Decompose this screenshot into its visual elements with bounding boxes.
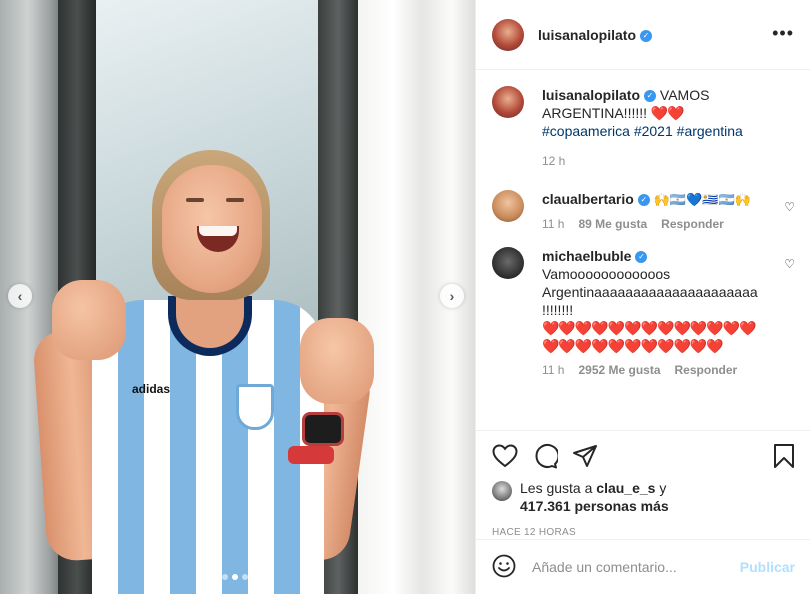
carousel-dot	[242, 574, 248, 580]
carousel-dot-active	[232, 574, 238, 580]
comment-message: 🙌🇦🇷💙🇺🇾🇦🇷🙌	[653, 192, 751, 207]
header-user: luisanalopilato ✓	[538, 27, 653, 43]
verified-badge-icon: ✓	[640, 29, 653, 42]
reply-button[interactable]: Responder	[661, 217, 724, 231]
verified-badge-icon: ✓	[635, 251, 648, 264]
comment-item: michaelbuble ✓ Vamoooooooooooos Argentina…	[492, 247, 795, 377]
instagram-post: adidas ‹ › luisanalopilato ✓ ••• luisana…	[0, 0, 810, 594]
likes-joiner: y	[655, 480, 667, 496]
caption-meta: 12 h	[542, 154, 762, 168]
chevron-right-icon: ›	[449, 288, 455, 304]
reply-button[interactable]: Responder	[675, 363, 738, 377]
comment-like-heart-icon[interactable]: ♡	[784, 200, 795, 214]
caption: luisanalopilato ✓ VAMOS ARGENTINA!!!!!! ❤…	[492, 86, 795, 168]
action-bar	[492, 441, 795, 471]
hashtag-copaamerica[interactable]: #copaamerica	[542, 123, 630, 139]
comment-message: Vamoooooooooooos Argentinaaaaaaaaaaaaaaa…	[542, 266, 758, 318]
comment-meta: 11 h 2952 Me gusta Responder	[542, 363, 762, 377]
comment-item: claualbertario ✓ 🙌🇦🇷💙🇺🇾🇦🇷🙌 11 h 89 Me gus…	[492, 190, 795, 231]
comment-text: michaelbuble ✓ Vamoooooooooooos Argentina…	[542, 247, 762, 355]
share-icon[interactable]	[572, 444, 598, 468]
publish-button[interactable]: Publicar	[740, 559, 795, 575]
caption-time[interactable]: 12 h	[542, 154, 565, 168]
comment-username[interactable]: michaelbuble	[542, 248, 631, 264]
likes-prefix: Les gusta a	[520, 480, 597, 496]
comment-time[interactable]: 11 h	[542, 217, 564, 231]
right-fist	[300, 318, 374, 404]
verified-badge-icon: ✓	[644, 90, 657, 103]
avatar[interactable]	[492, 481, 512, 501]
comment-likes[interactable]: 89 Me gusta	[578, 217, 647, 231]
heart-icon[interactable]	[492, 444, 518, 468]
comments-list: luisanalopilato ✓ VAMOS ARGENTINA!!!!!! ❤…	[476, 70, 810, 430]
comment-body: michaelbuble ✓ Vamoooooooooooos Argentina…	[542, 247, 762, 377]
avatar[interactable]	[492, 190, 524, 222]
post-sidebar: luisanalopilato ✓ ••• luisanalopilato ✓ VA…	[475, 0, 810, 594]
comment-like-heart-icon[interactable]: ♡	[784, 257, 795, 271]
avatar[interactable]	[492, 18, 524, 51]
liked-by-user[interactable]: clau_e_s	[596, 480, 655, 496]
caption-text: luisanalopilato ✓ VAMOS ARGENTINA!!!!!! ❤…	[542, 86, 762, 140]
carousel-dot	[222, 574, 228, 580]
carousel-next-button[interactable]: ›	[440, 284, 464, 308]
likes-summary: Les gusta a clau_e_s y 417.361 personas …	[492, 479, 795, 515]
carousel-prev-button[interactable]: ‹	[8, 284, 32, 308]
hashtag-argentina[interactable]: #argentina	[677, 123, 743, 139]
post-actions: Les gusta a clau_e_s y 417.361 personas …	[476, 430, 810, 538]
caption-username[interactable]: luisanalopilato	[542, 87, 640, 103]
bookmark-icon[interactable]	[773, 443, 795, 469]
caption-body: luisanalopilato ✓ VAMOS ARGENTINA!!!!!! ❤…	[542, 86, 762, 168]
post-photo[interactable]: adidas ‹ ›	[0, 0, 475, 594]
afa-crest	[236, 384, 274, 430]
comment-input[interactable]: Añade un comentario...	[532, 559, 740, 575]
carousel-indicator	[222, 574, 248, 580]
eye-left	[186, 198, 204, 202]
eye-right	[226, 198, 244, 202]
avatar[interactable]	[492, 247, 524, 279]
avatar[interactable]	[492, 86, 524, 118]
comment-icon[interactable]	[532, 443, 558, 469]
verified-badge-icon: ✓	[637, 194, 650, 207]
header-username[interactable]: luisanalopilato	[538, 27, 636, 43]
comment-username[interactable]: claualbertario	[542, 191, 634, 207]
emoji-icon[interactable]	[492, 554, 516, 581]
comment-text: claualbertario ✓ 🙌🇦🇷💙🇺🇾🇦🇷🙌	[542, 190, 762, 209]
comment-likes[interactable]: 2952 Me gusta	[578, 363, 660, 377]
hashtag-2021[interactable]: #2021	[634, 123, 673, 139]
comment-body: claualbertario ✓ 🙌🇦🇷💙🇺🇾🇦🇷🙌 11 h 89 Me gus…	[542, 190, 762, 231]
comment-time[interactable]: 11 h	[542, 363, 564, 377]
post-timestamp[interactable]: HACE 12 HORAS	[492, 527, 795, 538]
comment-hearts: ❤️❤️❤️❤️❤️❤️❤️❤️❤️❤️❤️❤️❤️❤️❤️❤️❤️❤️❤️❤️…	[542, 320, 757, 354]
wrist-band	[288, 446, 334, 464]
add-comment-bar: Añade un comentario... Publicar	[476, 539, 810, 594]
left-fist	[52, 280, 126, 360]
caption-emoji: ❤️❤️	[650, 105, 685, 121]
teeth	[199, 226, 237, 236]
likes-count[interactable]: 417.361 personas más	[520, 498, 669, 514]
chevron-left-icon: ‹	[17, 288, 23, 304]
brand-logo: adidas	[132, 382, 171, 396]
more-options-button[interactable]: •••	[772, 24, 794, 42]
comment-meta: 11 h 89 Me gusta Responder	[542, 217, 762, 231]
likes-text: Les gusta a clau_e_s y 417.361 personas …	[520, 479, 669, 515]
post-header: luisanalopilato ✓ •••	[476, 0, 810, 70]
smartwatch	[302, 412, 344, 446]
